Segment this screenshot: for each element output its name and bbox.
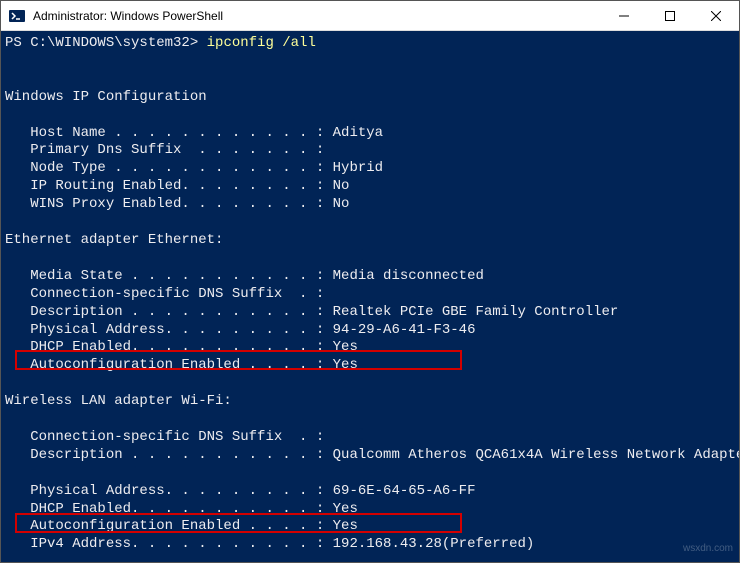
- wifi-header: Wireless LAN adapter Wi-Fi:: [5, 393, 232, 409]
- eth-physical-address: Physical Address. . . . . . . . . : 94-2…: [5, 322, 475, 338]
- wifi-autoconfig: Autoconfiguration Enabled . . . . : Yes: [5, 518, 358, 534]
- wifi-physical-address: Physical Address. . . . . . . . . : 69-6…: [5, 483, 475, 499]
- minimize-button[interactable]: [601, 1, 647, 30]
- watermark: wsxdn.com: [683, 543, 733, 556]
- powershell-icon: [9, 8, 25, 24]
- primary-dns-suffix: Primary Dns Suffix . . . . . . . :: [5, 142, 324, 158]
- powershell-window: Administrator: Windows PowerShell PS C:\…: [0, 0, 740, 563]
- eth-autoconfig: Autoconfiguration Enabled . . . . : Yes: [5, 357, 358, 373]
- command: ipconfig /all: [207, 35, 316, 51]
- ip-routing: IP Routing Enabled. . . . . . . . : No: [5, 178, 349, 194]
- titlebar[interactable]: Administrator: Windows PowerShell: [1, 1, 739, 31]
- maximize-button[interactable]: [647, 1, 693, 30]
- host-name: Host Name . . . . . . . . . . . . : Adit…: [5, 125, 383, 141]
- wifi-ipv4-address: IPv4 Address. . . . . . . . . . . : 192.…: [5, 536, 534, 552]
- node-type: Node Type . . . . . . . . . . . . : Hybr…: [5, 160, 383, 176]
- window-controls: [601, 1, 739, 30]
- close-button[interactable]: [693, 1, 739, 30]
- eth-dhcp-enabled: DHCP Enabled. . . . . . . . . . . : Yes: [5, 339, 358, 355]
- terminal-content[interactable]: PS C:\WINDOWS\system32> ipconfig /all Wi…: [1, 31, 739, 562]
- eth-dns-suffix: Connection-specific DNS Suffix . :: [5, 286, 324, 302]
- wifi-dhcp-enabled: DHCP Enabled. . . . . . . . . . . : Yes: [5, 501, 358, 517]
- section-header: Windows IP Configuration: [5, 89, 207, 105]
- wifi-description: Description . . . . . . . . . . . : Qual…: [5, 447, 739, 463]
- window-title: Administrator: Windows PowerShell: [31, 9, 601, 23]
- prompt: PS C:\WINDOWS\system32>: [5, 35, 207, 51]
- wifi-dns-suffix: Connection-specific DNS Suffix . :: [5, 429, 324, 445]
- eth-description: Description . . . . . . . . . . . : Real…: [5, 304, 618, 320]
- ethernet-header: Ethernet adapter Ethernet:: [5, 232, 223, 248]
- wins-proxy: WINS Proxy Enabled. . . . . . . . : No: [5, 196, 349, 212]
- eth-media-state: Media State . . . . . . . . . . . : Medi…: [5, 268, 484, 284]
